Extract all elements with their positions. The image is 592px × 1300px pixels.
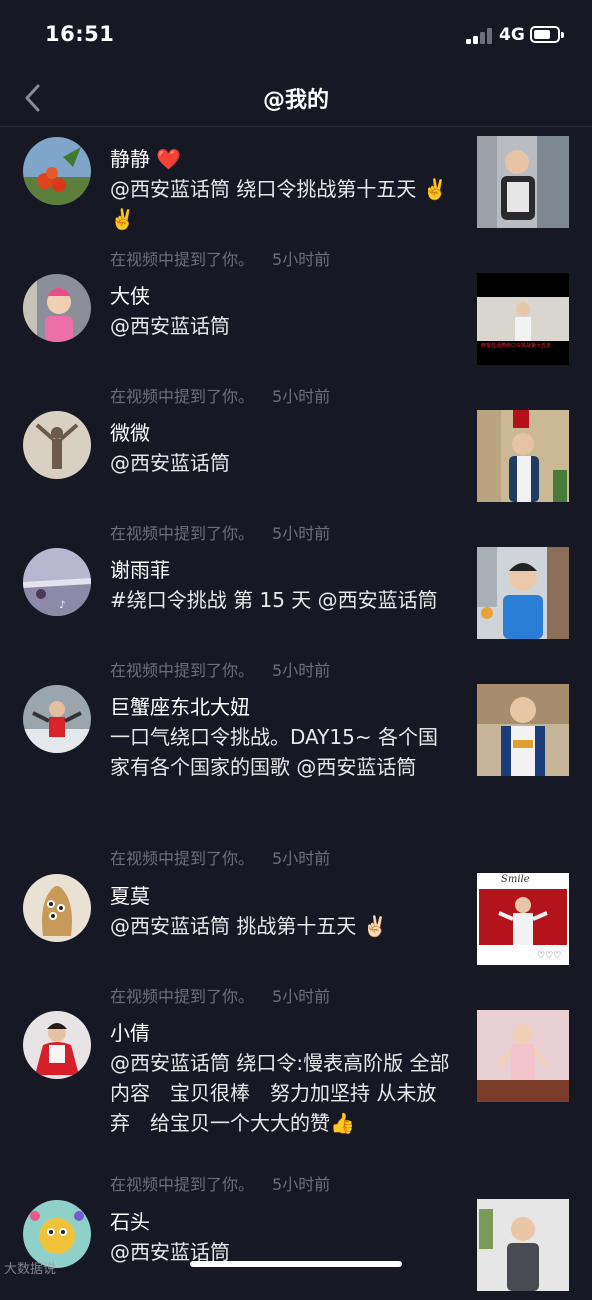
avatar[interactable] — [23, 685, 91, 753]
list-item[interactable]: 夏莫 @西安蓝话筒 挑战第十五天 ✌🏻 在视频中提到了你。 5小时前 ♡♡♡ Sm… — [0, 864, 592, 1006]
battery-icon — [530, 26, 564, 43]
cellular-signal-icon — [466, 28, 494, 44]
video-thumbnail[interactable] — [477, 136, 569, 228]
mention-list: 静静 ❤️ @西安蓝话筒 绕口令挑战第十五天 ✌️✌️ 在视频中提到了你。 5小时… — [0, 127, 592, 1300]
thumbnail-caption: Smile — [501, 874, 530, 885]
video-thumbnail[interactable] — [477, 684, 569, 776]
video-thumbnail[interactable] — [477, 1199, 569, 1291]
home-indicator[interactable] — [190, 1261, 402, 1267]
avatar[interactable]: ♪ — [23, 548, 91, 616]
thumbnail-caption: 西安蓝话筒绕口令挑战第十五天 — [481, 343, 552, 349]
user-name[interactable]: 石头 — [110, 1206, 150, 1235]
status-time: 16:51 — [45, 22, 115, 46]
list-item[interactable]: 微微 @西安蓝话筒 在视频中提到了你。 5小时前 — [0, 401, 592, 543]
list-item[interactable]: ♪ 谢雨菲 #绕口令挑战 第 15 天 @西安蓝话筒 在视频中提到了你。 5小时前 — [0, 538, 592, 680]
mention-text: #绕口令挑战 第 15 天 @西安蓝话筒 — [110, 588, 438, 612]
avatar[interactable] — [23, 274, 91, 342]
list-item[interactable]: 静静 ❤️ @西安蓝话筒 绕口令挑战第十五天 ✌️✌️ 在视频中提到了你。 5小时… — [0, 127, 592, 269]
user-name[interactable]: 小倩 — [110, 1017, 150, 1046]
user-name[interactable]: 谢雨菲 — [110, 554, 170, 583]
user-name[interactable]: 巨蟹座东北大妞 — [110, 691, 250, 720]
user-name[interactable]: 静静 ❤️ — [110, 143, 181, 172]
list-item[interactable]: 小倩 @西安蓝话筒 绕口令:慢表高阶版 全部内容 宝贝很棒 努力加坚持 从未放弃… — [0, 1001, 592, 1194]
navigation-bar: @我的 — [0, 70, 592, 127]
watermark: 大数据说 — [4, 1262, 57, 1277]
avatar[interactable] — [23, 137, 91, 205]
network-type: 4G — [499, 25, 525, 45]
mention-text: @西安蓝话筒 绕口令:慢表高阶版 全部内容 宝贝很棒 努力加坚持 从未放弃 给宝… — [110, 1051, 450, 1135]
video-thumbnail[interactable]: ♡♡♡ Smile — [477, 873, 569, 965]
list-item[interactable]: 大侠 @西安蓝话筒 在视频中提到了你。 5小时前 西安蓝话筒绕口令挑战第十五天 — [0, 264, 592, 406]
mention-text: 一口气绕口令挑战。DAY15~ 各个国家有各个国家的国歌 @西安蓝话筒 — [110, 725, 438, 779]
video-thumbnail[interactable] — [477, 410, 569, 502]
mention-text: @西安蓝话筒 — [110, 314, 230, 338]
svg-text:♪: ♪ — [59, 600, 65, 611]
svg-text:♡♡♡: ♡♡♡ — [537, 951, 561, 961]
user-name[interactable]: 微微 — [110, 417, 150, 446]
video-thumbnail[interactable] — [477, 547, 569, 639]
mention-text: @西安蓝话筒 挑战第十五天 ✌🏻 — [110, 914, 388, 938]
avatar[interactable] — [23, 874, 91, 942]
video-thumbnail[interactable] — [477, 1010, 569, 1102]
page-title: @我的 — [262, 88, 329, 113]
video-thumbnail[interactable]: 西安蓝话筒绕口令挑战第十五天 — [477, 273, 569, 365]
user-name[interactable]: 大侠 — [110, 280, 150, 309]
mention-text: @西安蓝话筒 — [110, 451, 230, 475]
status-bar: 16:51 4G — [0, 0, 592, 70]
list-item[interactable]: 巨蟹座东北大妞 一口气绕口令挑战。DAY15~ 各个国家有各个国家的国歌 @西安… — [0, 675, 592, 868]
user-name[interactable]: 夏莫 — [110, 880, 150, 909]
mention-text: @西安蓝话筒 绕口令挑战第十五天 ✌️✌️ — [110, 177, 448, 231]
avatar[interactable] — [23, 1011, 91, 1079]
list-item[interactable]: 石头 @西安蓝话筒 — [0, 1190, 592, 1300]
avatar[interactable] — [23, 411, 91, 479]
